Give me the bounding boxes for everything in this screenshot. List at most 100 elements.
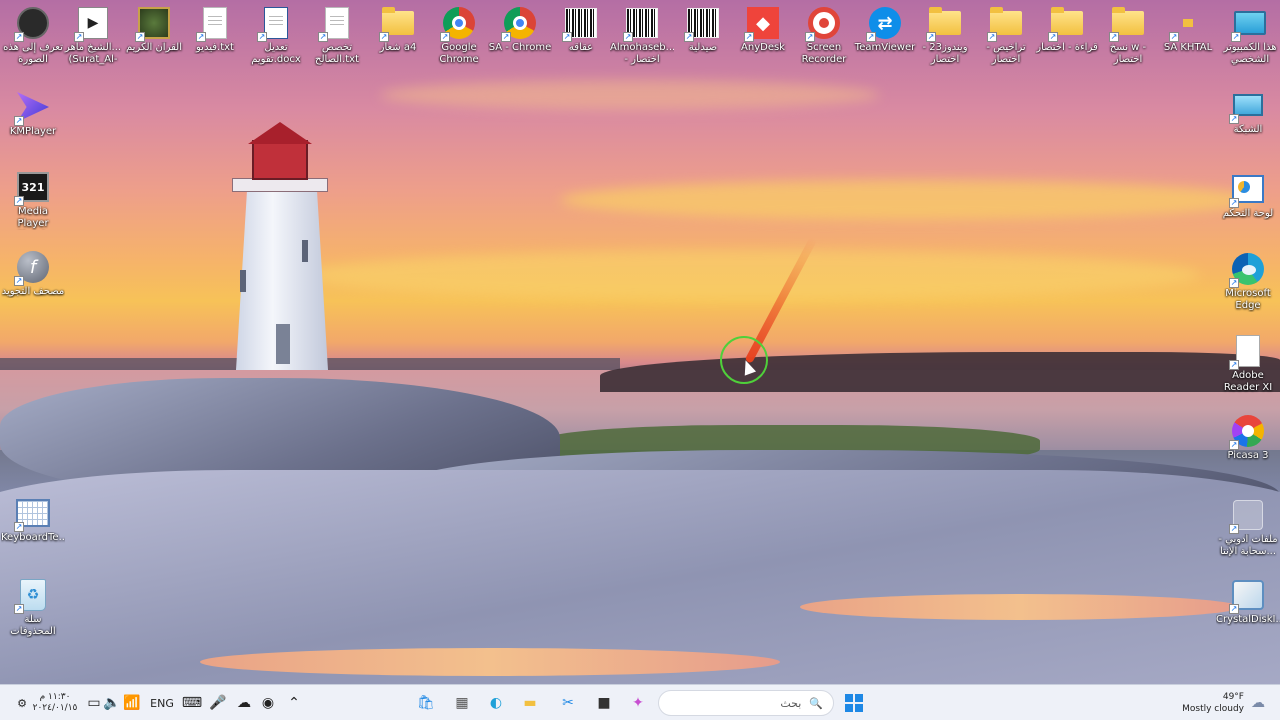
desktop-icon[interactable]: ↗ تعرف إلى هذه الصورة [3,6,63,66]
shortcut-arrow-icon: ↗ [1169,32,1179,42]
desktop-icon[interactable]: ⇄ ↗ TeamViewer [855,6,915,54]
sky-cloud [560,180,1260,220]
terminal-icon[interactable]: ■ [592,691,616,715]
desktop-icon[interactable]: 321↗Media Player Classic [3,170,63,230]
recycle-bin-icon: ♻ ↗ [14,578,50,614]
desktop-icon[interactable]: ↗ Google Chrome [429,6,489,66]
clock-time: ١١:٣٠ م [39,692,71,702]
microphone-icon[interactable]: 🎤 [206,691,230,715]
desktop-icon[interactable]: ↗ SA - Chrome [489,6,551,54]
shortcut-arrow-icon: ↗ [1048,32,1058,42]
desktop-icon-label: Almohaseb... - اختصار [610,42,674,65]
lighthouse-roof [248,122,312,144]
calculator-icon[interactable]: ▦ [450,691,474,715]
desktop-icon[interactable]: ↗ نسخ w - اختصار [1098,6,1158,66]
desktop-icon[interactable]: ↗ تراخيص - اختصار [976,6,1036,66]
shortcut-arrow-icon: ↗ [1229,198,1239,208]
kmplayer-icon: ↗ [14,90,50,126]
taskbar-search[interactable]: بحث 🔍 [658,690,834,716]
desktop-icon-label: تراخيص - اختصار [986,42,1026,65]
desktop-icon-label: CrystalDiskI... [1216,614,1280,625]
desktop-icon[interactable]: ↗ Screen Recorder [794,6,854,66]
shortcut-arrow-icon: ↗ [74,32,84,42]
picasa-icon: ↗ [1229,414,1265,450]
desktop-icon-label: نسخ w - اختصار [1109,42,1147,65]
desktop-icon-label: فيديو.txt [196,42,234,53]
desktop-icon[interactable]: ↗ SA KHTAL [1158,6,1218,54]
recorder-tray-icon[interactable]: ◉ [256,691,280,715]
desktop-icon[interactable]: ↗ شعار a4 [368,6,428,54]
keyboard-icon[interactable]: ⌨ [180,691,204,715]
desktop-icon[interactable]: ↗ Picasa 3 [1218,414,1278,462]
chevron-up-icon[interactable]: ⌃ [282,691,306,715]
desktop-icon[interactable]: ↗ CrystalDiskI... [1216,578,1280,626]
flash-icon: f ↗ [14,250,50,286]
desktop-icon[interactable]: ↗ Adobe Reader XI [1218,334,1278,394]
weather-widget[interactable]: 49°F Mostly cloudy [1172,691,1244,715]
desktop-icon[interactable]: ↗ القرآن الكريم [124,6,184,54]
desktop-icon[interactable]: ↗ Almohaseb... - اختصار [610,6,674,66]
desktop-icon-label: الشبكة [1233,124,1263,135]
desktop-icon[interactable]: ↗ فيديو.txt [185,6,245,54]
sky-cloud [300,250,1200,300]
file-explorer-icon[interactable]: ▬ [518,691,542,715]
desktop-icon-label: تعديل تقويم.docx [251,42,301,65]
desktop-icon[interactable]: ↗ الشبكة [1218,88,1278,136]
shortcut-arrow-icon: ↗ [501,32,511,42]
folder-icon: ↗ [987,6,1023,42]
desktop-icon[interactable]: ↗ عقاقه [551,6,611,54]
distant-hill [600,352,1280,392]
edge-taskbar-icon[interactable]: ◐ [484,691,508,715]
shortcut-arrow-icon: ↗ [1229,278,1239,288]
desktop-icon[interactable]: ↗ هذا الكمبيوتر الشخصي [1220,6,1280,66]
notification-settings-icon[interactable]: ⚙ [14,691,30,715]
text-file-icon: ↗ [318,6,354,42]
desktop-icon[interactable]: ↗ قراءة - اختصار [1036,6,1098,54]
this-pc-icon: ↗ [1231,6,1267,42]
desktop-icon[interactable]: ↗ Microsoft Edge [1218,252,1278,312]
shortcut-arrow-icon: ↗ [623,32,633,42]
store-icon[interactable]: 🛍 [414,691,438,715]
desktop-icon[interactable]: ♻ ↗ سلة المحذوفات [3,578,63,638]
tide-pool [200,648,780,676]
shortcut-arrow-icon: ↗ [14,522,24,532]
desktop-icon-label: Picasa 3 [1227,450,1269,461]
desktop-icon[interactable]: ◆ ↗ AnyDesk [733,6,793,54]
teamviewer-icon: ⇄ ↗ [866,6,902,42]
language-indicator[interactable]: ENG [148,691,176,715]
desktop-icon[interactable]: ↗ صيدلية [673,6,733,54]
lighthouse-window [302,240,308,262]
start-button[interactable] [842,691,866,715]
copilot-icon[interactable]: ✦ [626,691,650,715]
folder-icon: ↗ [379,6,415,42]
desktop-icon[interactable]: ↗ ملفات أدوبي - سحابة الإنتا... [1218,498,1278,558]
desktop-icon[interactable]: f ↗ مصحف التجويد [1,250,65,298]
edge-icon: ↗ [1229,252,1265,288]
shortcut-arrow-icon: ↗ [257,32,267,42]
shortcut-arrow-icon: ↗ [318,32,328,42]
shortcut-arrow-icon: ↗ [440,32,450,42]
barcode-icon: ↗ [562,6,598,42]
desktop-icon-label: مصحف التجويد [1,286,65,297]
folder-icon: ↗ [1048,6,1084,42]
desktop-icon[interactable]: ↗ KMPlayer [3,90,63,138]
onedrive-icon[interactable]: ☁ [232,691,256,715]
shortcut-arrow-icon: ↗ [379,32,389,42]
desktop-icon-label: تخصص الصالح.txt [315,42,359,65]
desktop-icon[interactable]: ▶↗الشيخ ماهر... (Surat_Al-W... [63,6,123,66]
shortcut-arrow-icon: ↗ [805,32,815,42]
desktop-icon[interactable]: ↗ تخصص الصالح.txt [307,6,367,66]
shortcut-arrow-icon: ↗ [135,32,145,42]
clock[interactable]: ١١:٣٠ م ٢٠٢٤/٠١/١٥ [32,691,78,715]
chrome-icon: ↗ [501,6,537,42]
desktop-icon[interactable]: ↗ KeyboardTe... [1,496,65,544]
desktop-icon[interactable]: ↗ لوحة التحكم [1218,172,1278,220]
shortcut-arrow-icon: ↗ [1229,524,1239,534]
desktop: ↗ تعرف إلى هذه الصورة ▶ ↗ الشيخ ماهر... (Sur… [0,0,1280,684]
snipping-tool-icon[interactable]: ✂ [556,691,580,715]
search-icon: 🔍 [809,696,823,710]
desktop-icon[interactable]: ↗ ويندوز23 - اختصار [915,6,975,66]
wifi-icon[interactable]: 📶 [120,691,144,715]
desktop-icon[interactable]: ↗ تعديل تقويم.docx [246,6,306,66]
shortcut-arrow-icon: ↗ [1229,604,1239,614]
